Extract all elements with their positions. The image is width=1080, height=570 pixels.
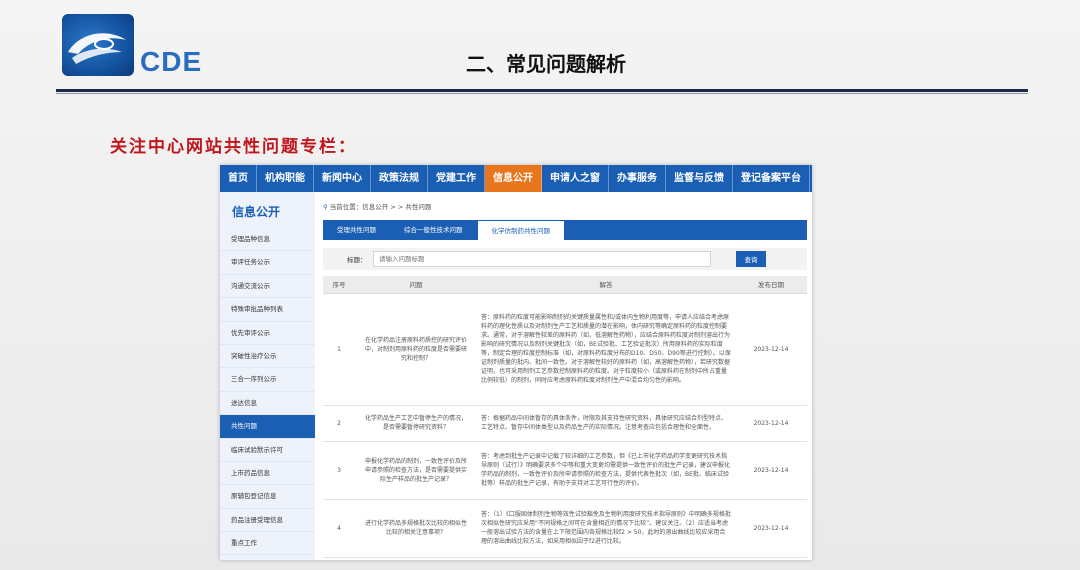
sidebar-item-api-registration[interactable]: 原辅包登记信息 (220, 485, 315, 509)
cde-logo-icon (62, 14, 134, 76)
col-header-no: 序号 (323, 276, 355, 294)
sidebar-item-drug-registration[interactable]: 药品注册受理信息 (220, 509, 315, 533)
table-row[interactable]: 4 进行化学药品多规格批次比较的相似性比较的相关注意事项？ 答：（1）《口服固体… (323, 499, 807, 558)
row-answer: 答：根据药品中间体暂存的具体条件，时限及其支持性研究资料，具体研究应结合剂型特点… (477, 405, 735, 442)
qa-table: 序号 问题 解答 发布日期 1 在化学药品注册原料药质控的研究评价中，对制剂用原… (323, 276, 807, 558)
nav-item-registration[interactable]: 登记备案平台 (733, 165, 810, 192)
nav-item-home[interactable]: 首页 (220, 165, 257, 192)
col-header-date: 发布日期 (735, 276, 807, 294)
search-label: 标题： (347, 256, 367, 264)
sidebar-item-priority-review[interactable]: 优先审评公示 (220, 322, 315, 345)
row-question[interactable]: 化学药品生产工艺中暂停生产的情况，是否需要暂停研究资料？ (355, 405, 477, 442)
sidebar-heading: 信息公开 (232, 205, 281, 219)
table-row[interactable]: 1 在化学药品注册原料药质控的研究评价中，对制剂用原料药的粒度是否需要研究和控制… (323, 293, 807, 406)
sidebar-item-delivery[interactable]: 送达信息 (220, 392, 315, 416)
row-answer: 答：原料药的粒度可能影响制剂的关键质量属性和/或体内生物利用度等，申请人应结合考… (477, 293, 735, 406)
col-header-question: 问题 (355, 276, 477, 294)
row-question[interactable]: 在化学药品注册原料药质控的研究评价中，对制剂用原料药的粒度是否需要研究和控制？ (355, 293, 477, 406)
top-nav-bar: 首页 机构职能 新闻中心 政策法规 党建工作 信息公开 申请人之窗 办事服务 监… (220, 165, 812, 192)
breadcrumb: ⚲ 当前位置：信息公开 > > 共性问题 (323, 201, 431, 211)
sidebar-item-special-approval[interactable]: 特殊审批品种列表 (220, 298, 315, 322)
nav-item-organization[interactable]: 机构职能 (257, 165, 314, 192)
table-row[interactable]: 2 化学药品生产工艺中暂停生产的情况，是否需要暂停研究资料？ 答：根据药品中间体… (323, 405, 807, 442)
location-pin-icon: ⚲ (323, 203, 328, 211)
row-date: 2023-12-14 (735, 293, 807, 406)
sidebar-item-key-work[interactable]: 重点工作 (220, 532, 315, 556)
website-screenshot: 首页 机构职能 新闻中心 政策法规 党建工作 信息公开 申请人之窗 办事服务 监… (220, 165, 812, 560)
header-divider (56, 89, 1028, 92)
slide-subheading: 关注中心网站共性问题专栏： (110, 137, 357, 157)
row-question[interactable]: 申报化学药品的制剂，一致性评价及所申请参照的检查方法，是否需要提供实际生产样品的… (355, 441, 477, 500)
row-number: 2 (323, 405, 355, 442)
row-question[interactable]: 进行化学药品多规格批次比较的相似性比较的相关注意事项？ (355, 499, 477, 558)
search-input[interactable] (373, 251, 711, 267)
table-row[interactable]: 3 申报化学药品的制剂，一致性评价及所申请参照的检查方法，是否需要提供实际生产样… (323, 441, 807, 500)
tab-bar: 受理共性问题 综合一般性技术问题 化学仿制药共性问题 (323, 220, 807, 240)
tab-general-technical[interactable]: 综合一般性技术问题 (390, 220, 477, 240)
header-divider-thin (56, 93, 1028, 94)
nav-item-info-disclosure[interactable]: 信息公开 (485, 165, 542, 192)
row-number: 4 (323, 499, 355, 558)
breadcrumb-text: 当前位置：信息公开 > > 共性问题 (329, 203, 432, 211)
sidebar-item-communication[interactable]: 沟通交流公示 (220, 275, 315, 299)
nav-item-applicant[interactable]: 申请人之窗 (542, 165, 609, 192)
search-button[interactable]: 查询 (736, 251, 766, 267)
slide-header: CDE 二、常见问题解析 (0, 0, 1080, 100)
sidebar-item-review-tasks[interactable]: 审评任务公示 (220, 251, 315, 275)
sidebar-item-clinical-trial[interactable]: 临床试验默示许可 (220, 439, 315, 462)
sidebar: 信息公开 受理品种信息 审评任务公示 沟通交流公示 特殊审批品种列表 优先审评公… (220, 192, 315, 560)
table-header-row: 序号 问题 解答 发布日期 (323, 276, 807, 294)
main-content: ⚲ 当前位置：信息公开 > > 共性问题 受理共性问题 综合一般性技术问题 化学仿… (323, 192, 807, 560)
row-answer: 答：（1）《口服固体制剂生物等效性试验豁免及生物利用度研究技术指导原则》中明确多… (477, 499, 735, 558)
nav-item-policy[interactable]: 政策法规 (371, 165, 428, 192)
sidebar-item-common-issues[interactable]: 共性问题 (220, 415, 315, 439)
nav-item-party[interactable]: 党建工作 (428, 165, 485, 192)
sidebar-item-marketed-drugs[interactable]: 上市药品信息 (220, 462, 315, 486)
col-header-answer: 解答 (477, 276, 735, 294)
slide-title: 二、常见问题解析 (466, 52, 626, 76)
row-date: 2023-12-14 (735, 499, 807, 558)
sidebar-item-accepted[interactable]: 受理品种信息 (220, 228, 315, 252)
logo-text: CDE (140, 46, 203, 77)
tab-generic-chemical[interactable]: 化学仿制药共性问题 (476, 220, 565, 240)
row-number: 3 (323, 441, 355, 500)
sidebar-item-three-in-one[interactable]: 三合一序列公示 (220, 368, 315, 392)
row-answer: 答：考虑到批生产记录中记载了较详细的工艺参数，但《已上市化学药品药学变更研究技术… (477, 441, 735, 500)
row-date: 2023-12-14 (735, 405, 807, 442)
nav-item-feedback[interactable]: 监督与反馈 (666, 165, 733, 192)
row-date: 2023-12-14 (735, 441, 807, 500)
search-bar: 标题： 查询 (323, 248, 807, 270)
sidebar-item-breakthrough[interactable]: 突破性治疗公示 (220, 345, 315, 369)
nav-item-news[interactable]: 新闻中心 (314, 165, 371, 192)
nav-item-services[interactable]: 办事服务 (609, 165, 666, 192)
row-number: 1 (323, 293, 355, 406)
tab-acceptance-issues[interactable]: 受理共性问题 (323, 220, 390, 240)
